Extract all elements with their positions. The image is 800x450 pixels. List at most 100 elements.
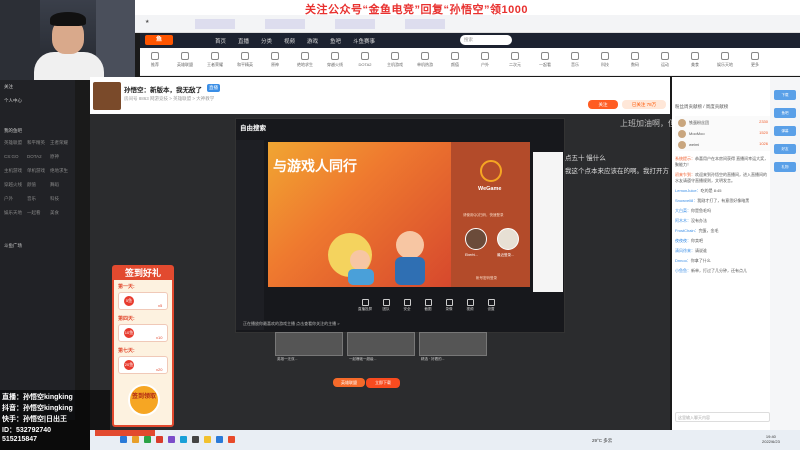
taskbar-app-icon[interactable] [120, 436, 127, 443]
bookmark[interactable] [265, 19, 305, 29]
category-item[interactable]: 主机游戏 [385, 52, 405, 68]
bookmark[interactable] [405, 19, 445, 29]
fans-button[interactable]: 已关注 78万 [622, 100, 666, 109]
nav-item[interactable]: 游戏 [307, 37, 318, 45]
rank-row[interactable]: weimi 1026 [678, 141, 768, 151]
rail-button[interactable]: 礼物 [774, 162, 796, 172]
category-item[interactable]: 推荐 [145, 52, 165, 68]
taskbar-app-icon[interactable] [192, 436, 199, 443]
toolbar-button[interactable]: 安全 [397, 299, 417, 312]
chat-username[interactable]: 阿木木： [675, 218, 691, 223]
category-item[interactable]: 数码 [625, 52, 645, 68]
sidebar-item[interactable]: 户外 [4, 196, 26, 204]
sidebar-item[interactable]: 穿越火线 [4, 182, 26, 190]
chat-username[interactable]: 清风徐来： [675, 248, 695, 253]
sidebar-section[interactable]: 我的鱼吧 [4, 128, 72, 136]
site-logo[interactable]: 鱼 [145, 35, 173, 45]
rail-button[interactable]: 下载 [774, 90, 796, 100]
nav-item[interactable]: 分类 [261, 37, 272, 45]
category-item[interactable]: 原神 [265, 52, 285, 68]
sidebar-section[interactable]: 个人中心 [4, 98, 72, 106]
taskbar-app-icon[interactable] [180, 436, 187, 443]
category-item[interactable]: 音乐 [565, 52, 585, 68]
nav-item[interactable]: 首页 [215, 37, 226, 45]
video-thumbnail[interactable] [347, 332, 415, 356]
wegame-status-text[interactable]: 正在播放你最喜欢的游戏主播 点击查看你关注的主播 > [243, 321, 340, 327]
download-button[interactable]: 立即下载 [366, 378, 400, 388]
category-item[interactable]: 英雄联盟 [175, 52, 195, 68]
chat-username[interactable]: 大白菜： [675, 208, 691, 213]
category-item[interactable]: 一起看 [535, 52, 555, 68]
taskbar-app-icon[interactable] [144, 436, 151, 443]
toolbar-button[interactable]: 团队 [376, 299, 396, 312]
rank-row[interactable]: 铁蛋粉丝团 2330 [678, 119, 768, 129]
category-item[interactable]: 王者荣耀 [205, 52, 225, 68]
category-item[interactable]: 更多 [745, 52, 765, 68]
chat-username[interactable]: LemonJuice： [675, 188, 701, 193]
signin-button[interactable]: 签到领取 [128, 384, 160, 416]
weather-widget[interactable]: 29°C 多云 [592, 438, 612, 444]
rail-button[interactable]: 好友 [774, 144, 796, 154]
category-item[interactable]: 户外 [475, 52, 495, 68]
taskbar-app-icon[interactable] [168, 436, 175, 443]
category-item[interactable]: 运动 [655, 52, 675, 68]
chat-username[interactable]: 小鱼鱼： [675, 268, 691, 273]
chat-input[interactable]: 这里输入聊天内容 [675, 412, 770, 422]
toolbar-button[interactable]: 直播投屏 [355, 299, 375, 312]
clock[interactable]: 19:40 2022/6/23 [762, 434, 780, 444]
taskbar-app-icon[interactable] [216, 436, 223, 443]
sidebar-item[interactable]: 音乐 [27, 196, 49, 204]
sidebar-item[interactable]: DOTA2 [27, 154, 49, 162]
video-thumbnail[interactable] [419, 332, 487, 356]
rail-button[interactable]: 鱼吧 [774, 108, 796, 118]
taskbar-app-icon[interactable] [228, 436, 235, 443]
sidebar-item[interactable]: 王者荣耀 [50, 140, 72, 148]
chat-username[interactable]: FrostChain： [675, 228, 699, 233]
sidebar-item[interactable]: 和平精英 [27, 140, 49, 148]
category-item[interactable]: 和平精英 [235, 52, 255, 68]
sidebar-item[interactable]: 美食 [50, 210, 72, 218]
sidebar-item[interactable]: CS:GO [4, 154, 26, 162]
chat-username[interactable]: Dnnoo： [675, 258, 691, 263]
category-item[interactable]: 二次元 [505, 52, 525, 68]
taskbar-app-icon[interactable] [156, 436, 163, 443]
chat-username[interactable]: 夜夜夜： [675, 238, 691, 243]
category-item[interactable]: 单机热游 [415, 52, 435, 68]
streamer-avatar[interactable] [93, 82, 121, 110]
category-item[interactable]: 娱乐天地 [715, 52, 735, 68]
taskbar-app-icon[interactable] [132, 436, 139, 443]
sidebar-item[interactable]: 科技 [50, 196, 72, 204]
toolbar-button[interactable]: 录像 [439, 299, 459, 312]
sidebar-item[interactable]: 舞蹈 [50, 182, 72, 190]
follow-button[interactable]: 关注 [588, 100, 618, 109]
sidebar-item[interactable]: 主机游戏 [4, 168, 26, 176]
chat-username[interactable]: Snowvell8： [675, 198, 697, 203]
sidebar-item[interactable]: 绝地求生 [50, 168, 72, 176]
sidebar-item[interactable]: 原神 [50, 154, 72, 162]
nav-item[interactable]: 视频 [284, 37, 295, 45]
sidebar-item[interactable]: 一起看 [27, 210, 49, 218]
nav-item[interactable]: 直播 [238, 37, 249, 45]
chat-username[interactable]: 系统提示： [675, 156, 695, 161]
toolbar-button[interactable]: 设置 [481, 299, 501, 312]
rank-row[interactable]: MooMoo 1520 [678, 130, 768, 140]
category-item[interactable]: 绝地求生 [295, 52, 315, 68]
chat-username[interactable]: 初来乍到： [675, 172, 695, 177]
video-thumbnail[interactable] [275, 332, 343, 356]
sidebar-section[interactable]: 关注 [4, 84, 72, 92]
category-item[interactable]: 科技 [595, 52, 615, 68]
sidebar-item[interactable]: 单机游戏 [27, 168, 49, 176]
bookmark[interactable] [195, 19, 235, 29]
taskbar-app-icon[interactable] [204, 436, 211, 443]
account-avatar[interactable] [465, 228, 487, 250]
search-input[interactable]: 搜索 [460, 35, 512, 45]
toolbar-button[interactable]: 截图 [418, 299, 438, 312]
nav-item[interactable]: 斗鱼赛事 [353, 37, 375, 45]
sidebar-item[interactable]: 英雄联盟 [4, 140, 26, 148]
nav-item[interactable]: 鱼吧 [330, 37, 341, 45]
chat-tabs[interactable]: 粉丝周贡献榜 / 周度贡献榜 [675, 104, 728, 110]
category-item[interactable]: 穿越火线 [325, 52, 345, 68]
category-item[interactable]: 颜值 [445, 52, 465, 68]
password-login-link[interactable]: 帐号密码登录 [476, 276, 497, 281]
bookmark[interactable] [335, 19, 375, 29]
